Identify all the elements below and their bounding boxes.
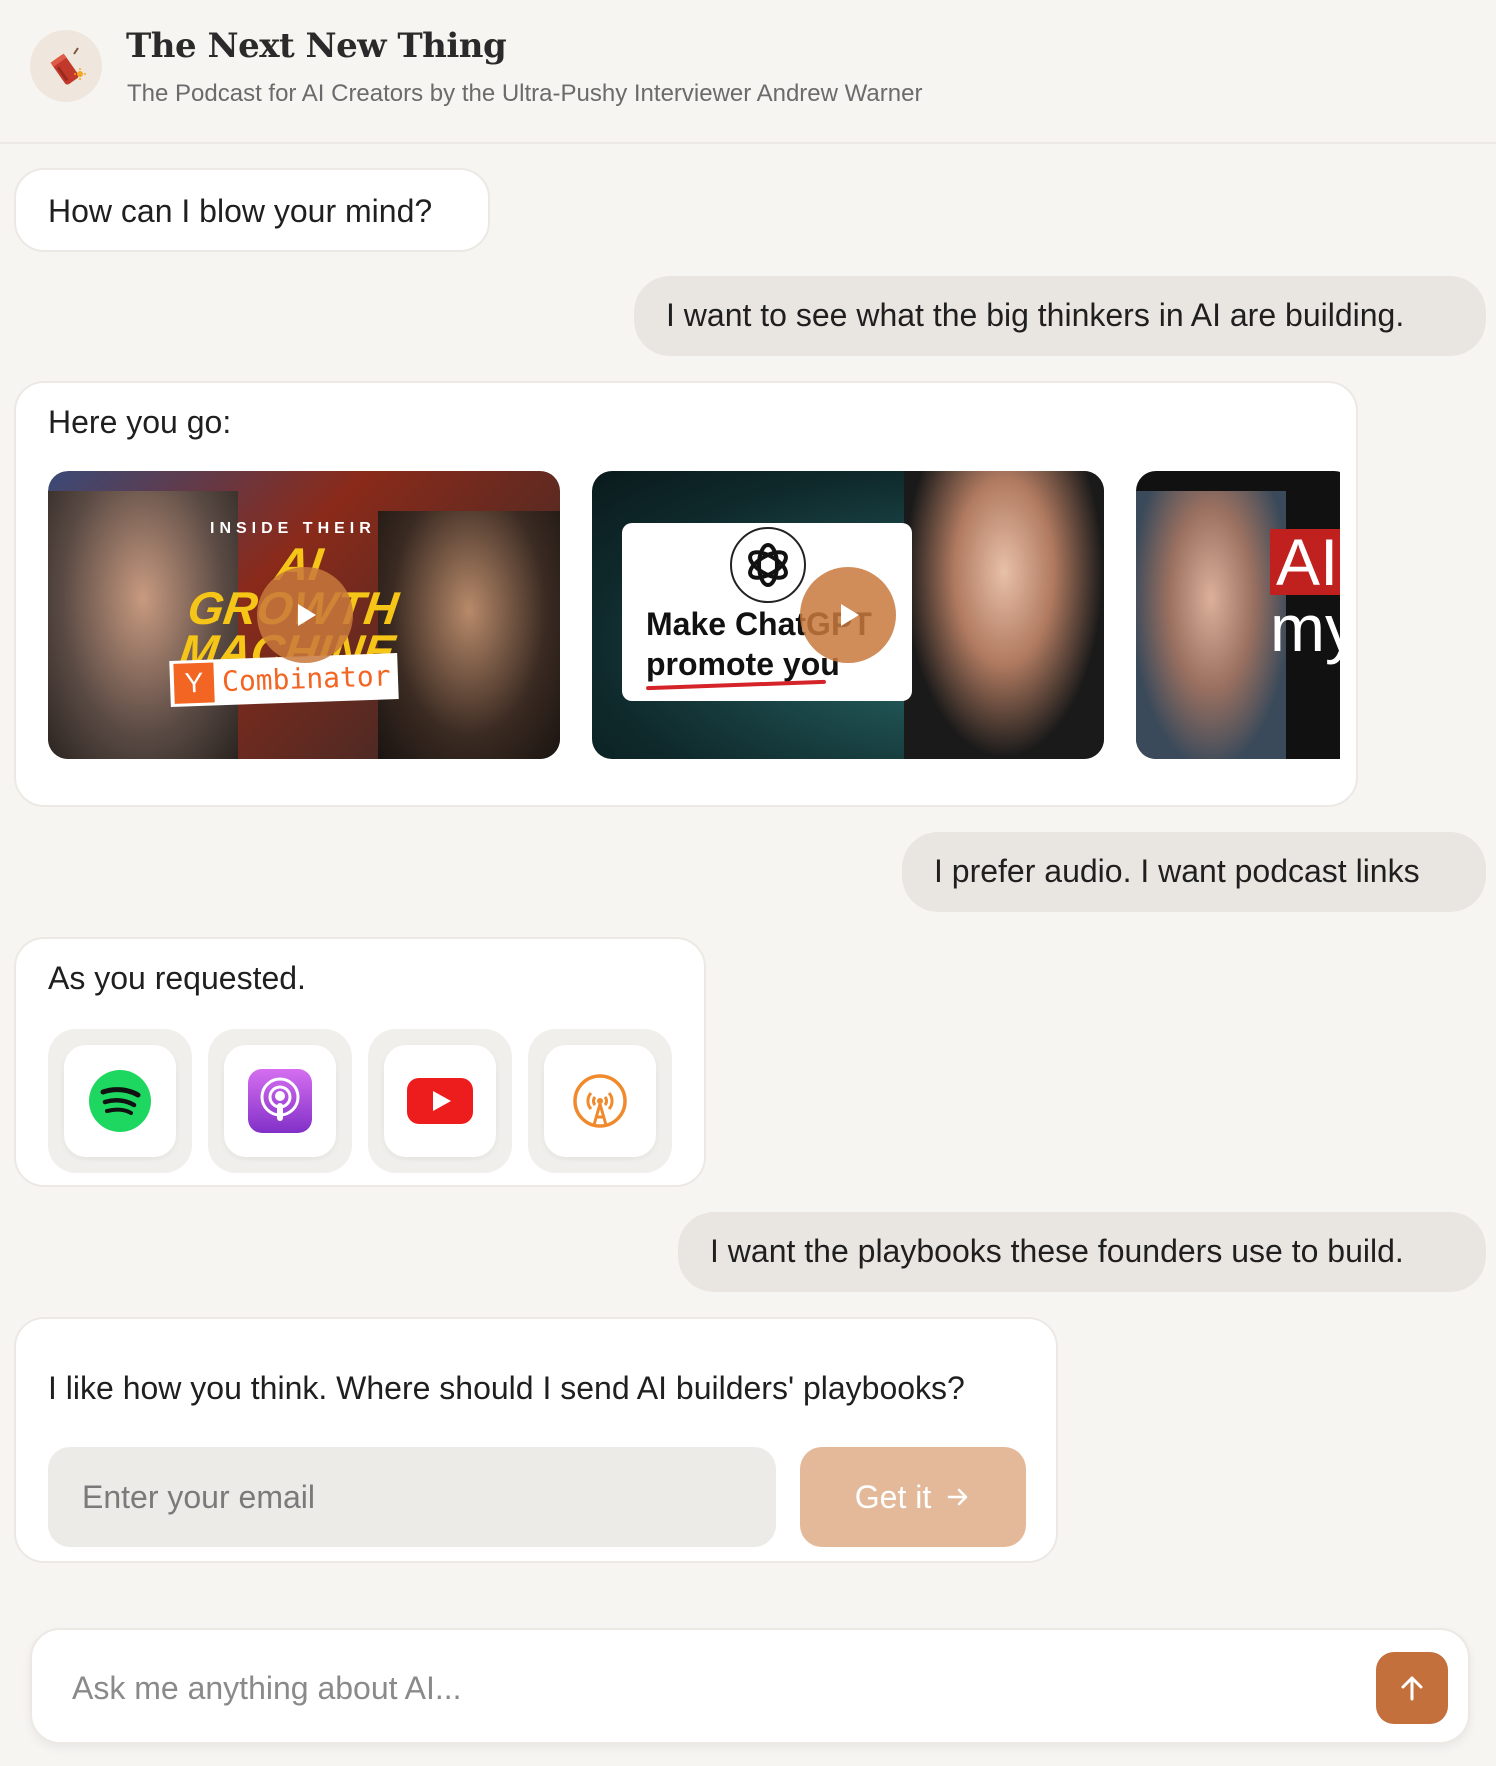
message-text: I want the playbooks these founders use … [710, 1233, 1404, 1269]
bot-message-videos: Here you go: INSIDE THEIR AI GROWTH MACH… [14, 381, 1358, 807]
video-kicker: INSIDE THEIR [210, 520, 376, 537]
overcast-icon[interactable] [544, 1045, 656, 1157]
message-text: I want to see what the big thinkers in A… [666, 297, 1405, 333]
get-it-label: Get it [854, 1478, 932, 1515]
youtube-icon[interactable] [384, 1045, 496, 1157]
email-field[interactable] [48, 1447, 776, 1547]
video-headline-line-2: promote you [646, 646, 840, 682]
user-message: I want to see what the big thinkers in A… [634, 276, 1486, 356]
message-text: Here you go: [48, 404, 232, 440]
send-button[interactable] [1376, 1652, 1448, 1724]
video-host-photo [1136, 491, 1286, 759]
message-text: I prefer audio. I want podcast links [934, 853, 1420, 889]
badge-letter: Y [173, 662, 215, 704]
message-text: As you requested. [48, 960, 306, 996]
user-message: I want the playbooks these founders use … [678, 1212, 1486, 1292]
arrow-up-icon [1401, 1676, 1423, 1701]
page-title: The Next New Thing [126, 26, 507, 66]
page-subtitle: The Podcast for AI Creators by the Ultra… [127, 80, 923, 107]
play-button[interactable] [800, 567, 896, 663]
apple-podcasts-link[interactable] [208, 1029, 352, 1173]
badge-text: Combinator [221, 659, 392, 699]
play-icon [298, 604, 316, 626]
spotify-icon[interactable] [64, 1045, 176, 1157]
app-header: The Next New Thing The Podcast for AI Cr… [0, 0, 1496, 144]
video-host-photo [904, 471, 1104, 759]
video-carousel[interactable]: INSIDE THEIR AI GROWTH MACHINE Y Combina… [48, 471, 1354, 761]
message-text: I like how you think. Where should I sen… [48, 1370, 965, 1406]
bot-message-playbooks: I like how you think. Where should I sen… [14, 1317, 1058, 1563]
message-text: How can I blow your mind? [48, 193, 433, 229]
user-message: I prefer audio. I want podcast links [902, 832, 1486, 912]
video-headline-line-2: my [1270, 591, 1340, 665]
video-headline-line-1: AI [1270, 529, 1340, 595]
chat-input[interactable] [72, 1658, 1272, 1718]
overcast-link[interactable] [528, 1029, 672, 1173]
video-card[interactable]: Make ChatGPT promote you [592, 471, 1104, 759]
arrow-right-icon [947, 1488, 968, 1506]
video-badge: Y Combinator [169, 653, 399, 707]
youtube-link[interactable] [368, 1029, 512, 1173]
bot-message-podcasts: As you requested. [14, 937, 706, 1187]
get-it-button[interactable]: Get it [800, 1447, 1026, 1547]
video-card[interactable]: AI my [1136, 471, 1340, 759]
spotify-link[interactable] [48, 1029, 192, 1173]
chat-input-bar [30, 1628, 1470, 1744]
firecracker-icon[interactable] [30, 30, 102, 102]
play-button[interactable] [257, 567, 353, 663]
bot-message-greeting: How can I blow your mind? [14, 168, 490, 252]
video-card[interactable]: INSIDE THEIR AI GROWTH MACHINE Y Combina… [48, 471, 560, 759]
play-icon [841, 604, 859, 626]
openai-logo-icon [730, 527, 806, 603]
apple-podcasts-icon[interactable] [224, 1045, 336, 1157]
